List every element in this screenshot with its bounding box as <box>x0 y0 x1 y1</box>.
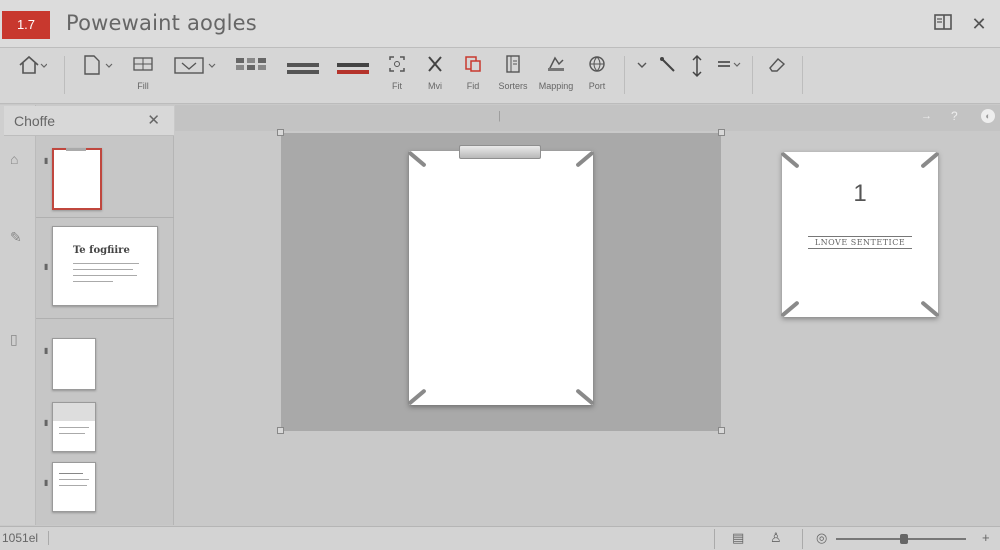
ribbon-line-tool-button[interactable] <box>656 54 680 98</box>
status-separator <box>802 529 803 549</box>
equals-icon <box>714 54 744 80</box>
panel-toggle-icon[interactable] <box>930 11 956 37</box>
ribbon-sorters-button[interactable]: Sorters <box>496 54 530 98</box>
ribbon-separator <box>64 56 65 94</box>
canvas-ruler: | → ? ◐ <box>175 105 1000 131</box>
slide-area[interactable] <box>281 133 721 431</box>
globe-icon <box>582 54 612 80</box>
resize-handle[interactable] <box>718 427 725 434</box>
chevron-down-icon <box>634 54 650 80</box>
ribbon-lines-gray-button[interactable] <box>284 54 322 98</box>
reader-view-icon[interactable]: ♙ <box>770 530 782 546</box>
resize-handle[interactable] <box>277 129 284 136</box>
edit-icon[interactable]: ✎ <box>10 229 22 246</box>
zoom-slider-thumb[interactable] <box>900 534 908 544</box>
page-icon <box>76 54 118 80</box>
corner-mount <box>407 150 427 168</box>
screen-icon <box>170 54 220 80</box>
thumbnail-title: Te fogfiire <box>73 245 130 256</box>
ribbon-eraser-button[interactable] <box>764 54 790 98</box>
book-icon <box>496 54 530 80</box>
close-window-button[interactable]: ✕ <box>966 11 992 37</box>
line-tool-icon <box>656 54 680 80</box>
section-divider <box>36 318 174 319</box>
corner-mount <box>780 300 800 318</box>
home-icon <box>10 54 54 80</box>
slide-thumbnail[interactable] <box>52 462 96 512</box>
corner-mount <box>575 388 595 406</box>
arrow-right-icon[interactable]: → <box>921 110 932 122</box>
slide-thumbnail[interactable] <box>52 338 96 390</box>
ribbon-mapping-button[interactable]: Mapping <box>536 54 576 98</box>
slide-index-marker: ▮ <box>44 156 49 165</box>
ribbon-arrange-button[interactable] <box>232 54 270 98</box>
resize-handle[interactable] <box>277 427 284 434</box>
status-separator <box>714 529 715 549</box>
eraser-icon <box>764 54 790 80</box>
ribbon-toolbar: Fill Fit Mvi Fid Sorters Mapping Port <box>0 48 1000 104</box>
bars-icon <box>334 54 372 80</box>
app-title: Powewaint aogles <box>66 11 257 35</box>
corner-mount <box>407 388 427 406</box>
slide-thumbnail-selected[interactable] <box>52 148 102 210</box>
editor-canvas[interactable]: | → ? ◐ 1 LNOVE SENTETICE <box>175 105 1000 525</box>
slides-panel-title: Choffe <box>14 113 55 129</box>
corner-mount <box>920 300 940 318</box>
frame-icon <box>384 54 410 80</box>
ribbon-separator <box>752 56 753 94</box>
ribbon-fit-button[interactable]: Fit <box>384 54 410 98</box>
normal-view-icon[interactable]: ▤ <box>732 530 744 546</box>
slide-index-marker: ▮ <box>44 478 49 487</box>
close-x-icon <box>422 54 448 80</box>
corner-mount <box>780 151 800 169</box>
slide-number: 1 <box>853 180 867 207</box>
zoom-in-icon[interactable]: + <box>982 530 990 545</box>
ribbon-height-button[interactable] <box>686 54 708 98</box>
slide-thumbnail[interactable]: Te fogfiire <box>52 226 158 306</box>
slide-subtitle: LNOVE SENTETICE <box>808 236 912 249</box>
ribbon-separator <box>802 56 803 94</box>
status-bar: 1051el ▤ ♙ ◎ + <box>0 526 1000 550</box>
ruler-marker: | <box>498 110 501 122</box>
ribbon-separator <box>624 56 625 94</box>
corner-mount <box>575 150 595 168</box>
status-text: 1051el <box>2 531 50 545</box>
settings-icon[interactable]: ◐ <box>981 109 995 123</box>
resize-handle[interactable] <box>718 129 725 136</box>
mapping-icon <box>536 54 576 80</box>
ribbon-port-button[interactable]: Port <box>582 54 612 98</box>
ribbon-home-button[interactable] <box>10 54 54 98</box>
home-icon[interactable]: ⌂ <box>10 151 18 167</box>
close-panel-button[interactable]: ✕ <box>147 111 160 129</box>
left-icon-strip: ⌂ ✎ ▯ <box>0 105 36 525</box>
slide-index-marker: ▮ <box>44 346 49 355</box>
section-divider <box>36 217 174 218</box>
slide-index-marker: ▮ <box>44 262 49 271</box>
corner-mount <box>920 151 940 169</box>
copy-icon <box>460 54 486 80</box>
ribbon-shape-button[interactable] <box>170 54 220 98</box>
ribbon-fill-button[interactable]: Fill <box>128 54 158 98</box>
page-icon[interactable]: ▯ <box>10 331 18 348</box>
ribbon-fid-button[interactable]: Fid <box>460 54 486 98</box>
title-bar: 1.7 Powewaint aogles ✕ <box>0 0 1000 48</box>
ribbon-dropdown-button[interactable] <box>634 54 650 98</box>
ribbon-new-button[interactable] <box>76 54 118 98</box>
zoom-icon[interactable]: ◎ <box>816 530 827 546</box>
slides-panel-header: Choffe ✕ <box>4 106 174 136</box>
slide-thumbnail[interactable] <box>52 402 96 452</box>
help-icon[interactable]: ? <box>951 109 958 123</box>
app-badge[interactable]: 1.7 <box>2 11 50 39</box>
bars-icon <box>284 54 322 80</box>
paper-clip <box>459 145 541 159</box>
page-preview[interactable] <box>407 145 595 406</box>
ribbon-lines-red-button[interactable] <box>334 54 372 98</box>
vertical-arrows-icon <box>686 54 708 80</box>
blocks-icon <box>232 54 270 80</box>
ribbon-mvi-button[interactable]: Mvi <box>422 54 448 98</box>
ribbon-spacing-button[interactable] <box>714 54 744 98</box>
title-slide-preview[interactable]: 1 LNOVE SENTETICE <box>780 151 940 318</box>
grid-icon <box>128 54 158 80</box>
slide-index-marker: ▮ <box>44 418 49 427</box>
